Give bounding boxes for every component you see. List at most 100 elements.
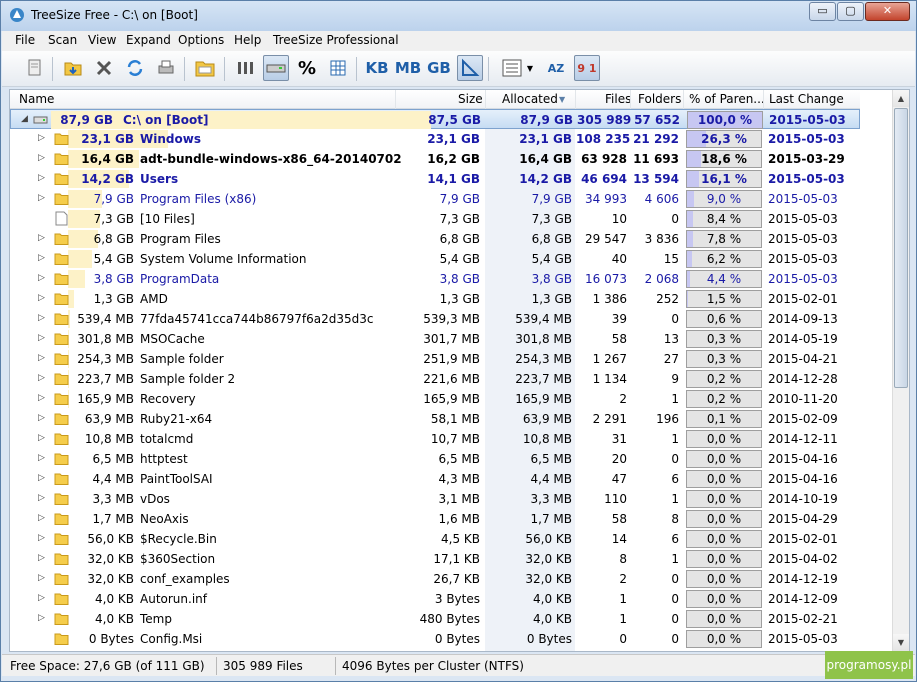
menu-expand[interactable]: Expand bbox=[126, 33, 171, 47]
item-name[interactable]: Ruby21-x64 bbox=[140, 412, 212, 426]
view-percent-button[interactable]: % bbox=[294, 55, 320, 81]
explorer-button[interactable] bbox=[192, 55, 218, 81]
stop-button[interactable] bbox=[91, 55, 117, 81]
sort-name-button[interactable]: AZ bbox=[543, 55, 569, 81]
item-name[interactable]: ProgramData bbox=[140, 272, 219, 286]
expand-toggle-icon[interactable]: ▷ bbox=[38, 293, 45, 303]
menu-scan[interactable]: Scan bbox=[48, 33, 77, 47]
expand-toggle-icon[interactable]: ▷ bbox=[38, 133, 45, 143]
item-name[interactable]: Autorun.inf bbox=[140, 592, 207, 606]
table-row[interactable]: ▷ 10,8 MB totalcmd 10,7 MB 10,8 MB 31 1 0,0 % 20… bbox=[10, 429, 860, 449]
col-folders[interactable]: Folders bbox=[638, 92, 681, 106]
expand-toggle-icon[interactable]: ▷ bbox=[38, 373, 45, 383]
menu-help[interactable]: Help bbox=[234, 33, 261, 47]
item-name[interactable]: System Volume Information bbox=[140, 252, 306, 266]
sort-options-dropdown[interactable]: ▼ bbox=[496, 55, 538, 81]
scroll-up-icon[interactable]: ▲ bbox=[893, 90, 909, 107]
expand-toggle-icon[interactable]: ▷ bbox=[38, 233, 45, 243]
expand-toggle-icon[interactable]: ▷ bbox=[38, 333, 45, 343]
expand-toggle-icon[interactable]: ▷ bbox=[38, 193, 45, 203]
expand-toggle-icon[interactable]: ▷ bbox=[38, 453, 45, 463]
table-row[interactable]: ▷ 56,0 KB $Recycle.Bin 4,5 KB 56,0 KB 14 6 0,0 … bbox=[10, 529, 860, 549]
table-row[interactable]: ▷ 4,0 KB Temp 480 Bytes 4,0 KB 1 0 0,0 % 2015-02… bbox=[10, 609, 860, 629]
item-name[interactable]: conf_examples bbox=[140, 572, 230, 586]
item-name[interactable]: vDos bbox=[140, 492, 170, 506]
table-row[interactable]: ▷ 4,0 KB Autorun.inf 3 Bytes 4,0 KB 1 0 0,0 % 20… bbox=[10, 589, 860, 609]
item-name[interactable]: Users bbox=[140, 172, 178, 186]
item-name[interactable]: $Recycle.Bin bbox=[140, 532, 217, 546]
table-row[interactable]: ▷ 5,4 GB System Volume Information 5,4 GB 5,… bbox=[10, 249, 860, 269]
view-columns-button[interactable] bbox=[232, 55, 258, 81]
expand-toggle-icon[interactable]: ▷ bbox=[38, 413, 45, 423]
unit-gb-button[interactable]: GB bbox=[426, 55, 452, 81]
view-size-button[interactable] bbox=[263, 55, 289, 81]
table-row[interactable]: ▷ 3,8 GB ProgramData 3,8 GB 3,8 GB 16 073 2 06… bbox=[10, 269, 860, 289]
unit-mb-button[interactable]: MB bbox=[395, 55, 421, 81]
table-row[interactable]: ▷ 1,3 GB AMD 1,3 GB 1,3 GB 1 386 252 1,5 % 2015-… bbox=[10, 289, 860, 309]
expand-toggle-icon[interactable]: ▷ bbox=[38, 253, 45, 263]
item-name[interactable]: NeoAxis bbox=[140, 512, 189, 526]
table-row[interactable]: ▷ 1,7 MB NeoAxis 1,6 MB 1,7 MB 58 8 0,0 % 2015-0… bbox=[10, 509, 860, 529]
table-row[interactable]: ▷ 254,3 MB Sample folder 251,9 MB 254,3 MB 1 … bbox=[10, 349, 860, 369]
col-files[interactable]: Files bbox=[605, 92, 631, 106]
expand-toggle-icon[interactable]: ▷ bbox=[38, 433, 45, 443]
item-name[interactable]: Windows bbox=[140, 132, 201, 146]
expand-toggle-icon[interactable]: ◢ bbox=[21, 114, 28, 124]
scroll-thumb[interactable] bbox=[894, 108, 908, 388]
table-row[interactable]: ▷ 14,2 GB Users 14,1 GB 14,2 GB 46 694 13 594 1… bbox=[10, 169, 860, 189]
table-row[interactable]: ▷ 539,4 MB 77fda45741cca744b86797f6a2d35d3… bbox=[10, 309, 860, 329]
expand-toggle-icon[interactable]: ▷ bbox=[38, 313, 45, 323]
expand-toggle-icon[interactable]: ▷ bbox=[38, 153, 45, 163]
col-size[interactable]: Size bbox=[458, 92, 483, 106]
item-name[interactable]: httptest bbox=[140, 452, 188, 466]
col-percent-parent[interactable]: % of Paren... bbox=[689, 92, 765, 106]
table-row[interactable]: ▷ 4,4 MB PaintToolSAI 4,3 MB 4,4 MB 47 6 0,0 % 2… bbox=[10, 469, 860, 489]
expand-toggle-icon[interactable]: ▷ bbox=[38, 573, 45, 583]
minimize-button[interactable]: ▭ bbox=[809, 2, 836, 21]
sort-size-button[interactable]: 9 1 bbox=[574, 55, 600, 81]
table-row[interactable]: ▷ 23,1 GB Windows 23,1 GB 23,1 GB 108 235 21 2… bbox=[10, 129, 860, 149]
unit-kb-button[interactable]: KB bbox=[364, 55, 390, 81]
expand-toggle-icon[interactable]: ▷ bbox=[38, 353, 45, 363]
item-name[interactable]: AMD bbox=[140, 292, 168, 306]
item-name[interactable]: Sample folder bbox=[140, 352, 224, 366]
expand-toggle-icon[interactable]: ▷ bbox=[38, 613, 45, 623]
table-row[interactable]: ◢ 87,9 GB C:\ on [Boot] 87,5 GB 87,9 GB 305 9… bbox=[10, 109, 860, 129]
col-last-change[interactable]: Last Change bbox=[769, 92, 844, 106]
expand-toggle-icon[interactable]: ▷ bbox=[38, 533, 45, 543]
menu-treesize-professional[interactable]: TreeSize Professional bbox=[273, 33, 399, 47]
item-name[interactable]: MSOCache bbox=[140, 332, 205, 346]
table-row[interactable]: 7,3 GB [10 Files] 7,3 GB 7,3 GB 10 0 8,4 % 2015… bbox=[10, 209, 860, 229]
item-name[interactable]: Recovery bbox=[140, 392, 196, 406]
item-name[interactable]: totalcmd bbox=[140, 432, 193, 446]
expand-toggle-icon[interactable]: ▷ bbox=[38, 273, 45, 283]
menu-options[interactable]: Options bbox=[178, 33, 224, 47]
expand-toggle-icon[interactable]: ▷ bbox=[38, 393, 45, 403]
expand-toggle-icon[interactable]: ▷ bbox=[38, 513, 45, 523]
menu-view[interactable]: View bbox=[88, 33, 116, 47]
unit-auto-button[interactable] bbox=[457, 55, 483, 81]
table-row[interactable]: ▷ 301,8 MB MSOCache 301,7 MB 301,8 MB 58 13 0,3… bbox=[10, 329, 860, 349]
expand-toggle-icon[interactable]: ▷ bbox=[38, 553, 45, 563]
select-directory-button[interactable] bbox=[60, 55, 86, 81]
menu-file[interactable]: File bbox=[15, 33, 35, 47]
table-row[interactable]: ▷ 223,7 MB Sample folder 2 221,6 MB 223,7 MB… bbox=[10, 369, 860, 389]
expand-toggle-icon[interactable]: ▷ bbox=[38, 473, 45, 483]
table-row[interactable]: ▷ 3,3 MB vDos 3,1 MB 3,3 MB 110 1 0,0 % 2014-10-… bbox=[10, 489, 860, 509]
report-button[interactable] bbox=[22, 55, 48, 81]
item-name[interactable]: Sample folder 2 bbox=[140, 372, 235, 386]
item-name[interactable]: C:\ on [Boot] bbox=[123, 113, 208, 127]
table-row[interactable]: ▷ 6,5 MB httptest 6,5 MB 6,5 MB 20 0 0,0 % 2015-… bbox=[10, 449, 860, 469]
view-grid-button[interactable] bbox=[325, 55, 351, 81]
item-name[interactable]: 77fda45741cca744b86797f6a2d35d3c bbox=[140, 312, 373, 326]
table-row[interactable]: ▷ 32,0 KB $360Section 17,1 KB 32,0 KB 8 1 0,0 %… bbox=[10, 549, 860, 569]
table-row[interactable]: ▷ 6,8 GB Program Files 6,8 GB 6,8 GB 29 547 3 … bbox=[10, 229, 860, 249]
item-name[interactable]: Program Files (x86) bbox=[140, 192, 256, 206]
item-name[interactable]: adt-bundle-windows-x86_64-20140702 bbox=[140, 152, 402, 166]
item-name[interactable]: [10 Files] bbox=[140, 212, 195, 226]
col-allocated[interactable]: Allocated bbox=[502, 92, 558, 106]
table-row[interactable]: ▷ 165,9 MB Recovery 165,9 MB 165,9 MB 2 1 0,2 %… bbox=[10, 389, 860, 409]
expand-toggle-icon[interactable]: ▷ bbox=[38, 173, 45, 183]
table-row[interactable]: ▷ 7,9 GB Program Files (x86) 7,9 GB 7,9 GB 34… bbox=[10, 189, 860, 209]
item-name[interactable]: PaintToolSAI bbox=[140, 472, 213, 486]
